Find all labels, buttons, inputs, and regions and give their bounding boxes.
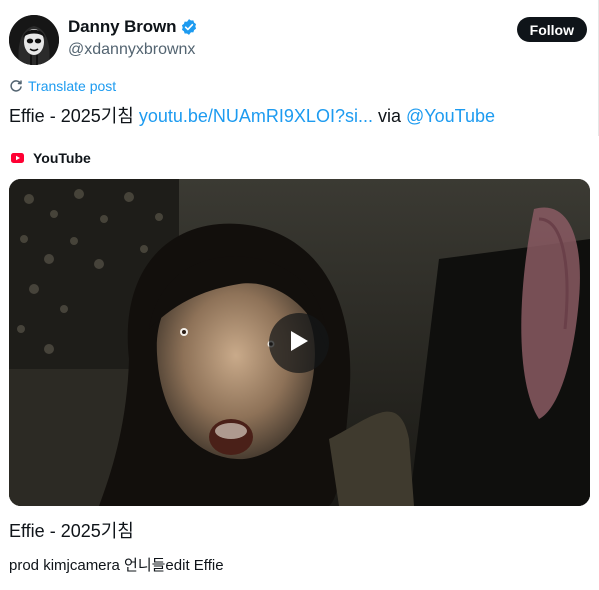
author-handle[interactable]: @xdannyxbrownx bbox=[68, 41, 195, 59]
post-text-prefix: Effie - 2025기침 bbox=[9, 106, 139, 126]
author-display-name[interactable]: Danny Brown bbox=[68, 17, 177, 37]
follow-button[interactable]: Follow bbox=[516, 17, 587, 42]
post-header: Danny Brown @xdannyxbrownx Follow bbox=[9, 12, 587, 68]
post-link[interactable]: youtu.be/NUAmRI9XLOI?si... bbox=[139, 106, 373, 126]
card-description: prod kimjcamera 언니들edit Effie bbox=[9, 557, 224, 574]
card-source-label: YouTube bbox=[33, 150, 91, 166]
card-title[interactable]: Effie - 2025기침 bbox=[9, 517, 134, 543]
play-button[interactable] bbox=[269, 313, 329, 373]
post-body: Effie - 2025기침 youtu.be/NUAmRI9XLOI?si..… bbox=[9, 102, 495, 128]
avatar[interactable] bbox=[9, 15, 59, 65]
verified-badge-icon bbox=[180, 18, 198, 36]
video-thumbnail[interactable] bbox=[9, 179, 590, 506]
post-mention[interactable]: @YouTube bbox=[406, 106, 495, 126]
avatar-image bbox=[9, 15, 59, 65]
post-text-middle: via bbox=[372, 106, 406, 126]
card-source: YouTube bbox=[11, 150, 91, 166]
play-icon bbox=[288, 329, 310, 358]
translate-post-label: Translate post bbox=[28, 78, 117, 94]
author-name-row: Danny Brown bbox=[68, 17, 198, 37]
translate-icon bbox=[9, 79, 23, 93]
translate-post-link[interactable]: Translate post bbox=[9, 78, 116, 94]
youtube-icon bbox=[11, 153, 24, 163]
